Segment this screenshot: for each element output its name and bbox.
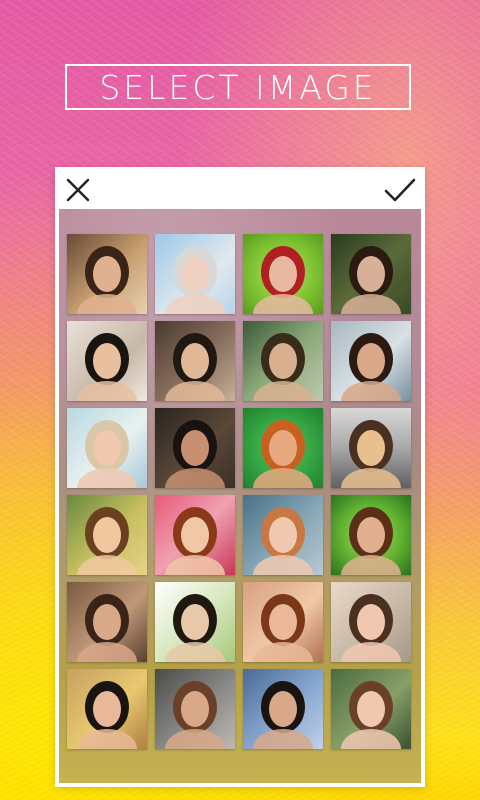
thumbnail-face [93, 604, 121, 640]
thumbnail-shoulders [77, 729, 137, 749]
image-thumbnail[interactable] [155, 669, 235, 749]
thumbnail-shoulders [253, 468, 313, 488]
checkmark-icon [384, 178, 416, 202]
image-thumbnail[interactable] [67, 495, 147, 575]
thumbnail-shoulders [77, 468, 137, 488]
thumbnail-shoulders [165, 729, 225, 749]
image-thumbnail[interactable] [243, 495, 323, 575]
thumbnail-face [269, 691, 297, 727]
thumbnail-shoulders [77, 381, 137, 401]
thumbnail-face [357, 604, 385, 640]
image-thumbnail[interactable] [243, 321, 323, 401]
thumbnail-face [181, 604, 209, 640]
thumbnail-face [357, 256, 385, 292]
panel-header [55, 167, 425, 209]
thumbnail-face [357, 691, 385, 727]
thumbnail-face [93, 517, 121, 553]
image-thumbnail[interactable] [331, 321, 411, 401]
thumbnail-face [93, 343, 121, 379]
image-grid-background [59, 209, 421, 783]
thumbnail-face [269, 430, 297, 466]
thumbnail-shoulders [341, 468, 401, 488]
thumbnail-shoulders [341, 555, 401, 575]
close-icon [66, 178, 90, 202]
thumbnail-shoulders [253, 729, 313, 749]
thumbnail-shoulders [341, 294, 401, 314]
confirm-button[interactable] [383, 173, 417, 207]
thumbnail-face [269, 343, 297, 379]
image-thumbnail[interactable] [243, 234, 323, 314]
image-thumbnail[interactable] [243, 408, 323, 488]
thumbnail-shoulders [165, 642, 225, 662]
image-grid [67, 234, 411, 749]
thumbnail-shoulders [77, 642, 137, 662]
thumbnail-face [181, 691, 209, 727]
image-thumbnail[interactable] [243, 669, 323, 749]
thumbnail-shoulders [341, 381, 401, 401]
image-thumbnail[interactable] [155, 321, 235, 401]
thumbnail-face [357, 430, 385, 466]
thumbnail-shoulders [165, 555, 225, 575]
thumbnail-face [93, 430, 121, 466]
image-thumbnail[interactable] [67, 234, 147, 314]
thumbnail-face [357, 517, 385, 553]
thumbnail-face [93, 691, 121, 727]
close-button[interactable] [61, 173, 95, 207]
page-title: SELECT IMAGE [65, 64, 411, 110]
thumbnail-shoulders [77, 294, 137, 314]
thumbnail-shoulders [165, 468, 225, 488]
thumbnail-shoulders [253, 642, 313, 662]
image-thumbnail[interactable] [67, 582, 147, 662]
image-thumbnail[interactable] [67, 321, 147, 401]
image-thumbnail[interactable] [155, 408, 235, 488]
image-thumbnail[interactable] [331, 495, 411, 575]
thumbnail-shoulders [253, 555, 313, 575]
image-thumbnail[interactable] [331, 582, 411, 662]
image-thumbnail[interactable] [155, 495, 235, 575]
thumbnail-face [269, 256, 297, 292]
image-thumbnail[interactable] [67, 669, 147, 749]
thumbnail-shoulders [253, 381, 313, 401]
image-thumbnail[interactable] [331, 669, 411, 749]
image-thumbnail[interactable] [155, 582, 235, 662]
thumbnail-face [357, 343, 385, 379]
thumbnail-face [269, 604, 297, 640]
thumbnail-shoulders [77, 555, 137, 575]
thumbnail-face [269, 517, 297, 553]
image-picker-panel [55, 167, 425, 787]
thumbnail-face [181, 343, 209, 379]
thumbnail-shoulders [165, 294, 225, 314]
thumbnail-face [93, 256, 121, 292]
thumbnail-shoulders [253, 294, 313, 314]
image-thumbnail[interactable] [67, 408, 147, 488]
image-thumbnail[interactable] [243, 582, 323, 662]
thumbnail-face [181, 256, 209, 292]
image-thumbnail[interactable] [155, 234, 235, 314]
image-thumbnail[interactable] [331, 408, 411, 488]
image-thumbnail[interactable] [331, 234, 411, 314]
thumbnail-face [181, 517, 209, 553]
thumbnail-face [181, 430, 209, 466]
thumbnail-shoulders [341, 729, 401, 749]
thumbnail-shoulders [341, 642, 401, 662]
thumbnail-shoulders [165, 381, 225, 401]
